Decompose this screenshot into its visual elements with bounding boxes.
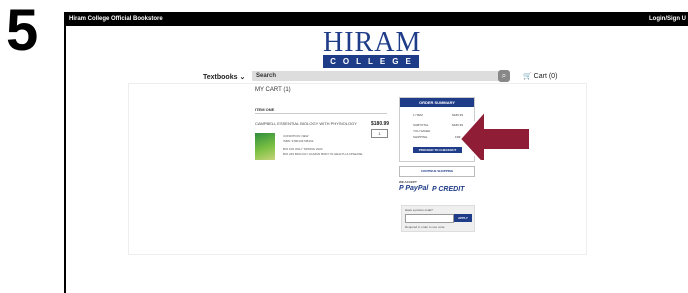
condition: CONDITION: NEW <box>283 134 309 138</box>
search-icon[interactable]: ⌕ <box>498 70 510 82</box>
logo-text: HIRAM <box>323 27 422 58</box>
course-detail: BIO 249 BIOLOGY HUMAN BODY IN HEALTH & D… <box>283 152 363 156</box>
continue-shopping-button[interactable]: CONTINUE SHOPPING <box>399 166 475 177</box>
logo-band: COLLEGE <box>323 55 419 68</box>
summary-header: ORDER SUMMARY <box>400 98 474 107</box>
course: BIO 109 ONLY SPRING 2022 <box>283 147 323 151</box>
summary-saved: YOU SAVED <box>413 129 431 133</box>
isbn: ISBN: 9780134738192 <box>283 139 314 143</box>
textbooks-label: Textbooks <box>203 74 238 81</box>
summary-shipping: SHIPPING FREE <box>413 135 463 139</box>
promo-box: Have a promo code? APPLY Required in ord… <box>401 205 475 232</box>
product-title[interactable]: CAMPBELL ESSENTIAL BIOLOGY WITH PHYSIOLO… <box>255 121 357 126</box>
summary-item-count: 1 ITEM $180.99 <box>413 113 463 117</box>
search-placeholder: Search <box>256 73 277 79</box>
item-label: ITEM ONE <box>255 107 275 112</box>
login-link[interactable]: Login/Sign U <box>649 16 686 22</box>
cart-title: MY CART (1) <box>255 87 291 93</box>
we-accept-label: WE ACCEPT <box>399 180 417 184</box>
promo-code-input[interactable] <box>405 214 454 223</box>
hiram-logo[interactable]: HIRAM COLLEGE <box>323 27 422 68</box>
summary-subtotal: SUBTOTAL $180.99 <box>413 123 463 127</box>
cart-label: Cart (0) <box>533 73 558 80</box>
quantity-select[interactable]: 1 <box>371 129 388 138</box>
promo-label: Have a promo code? <box>405 208 433 212</box>
product-price: $180.99 <box>371 121 390 127</box>
cart-link[interactable]: 🛒 Cart (0) <box>523 72 557 80</box>
proceed-to-checkout-button[interactable]: PROCEED TO CHECKOUT <box>413 147 462 153</box>
paypal-logo: P PayPal <box>399 185 429 192</box>
chevron-down-icon: ⌄ <box>239 74 246 81</box>
promo-help-text: Required in order to use code <box>405 225 445 229</box>
top-bar: Hiram College Official Bookstore Login/S… <box>64 12 688 26</box>
step-number: 5 <box>6 0 39 63</box>
arrow-icon <box>460 108 531 160</box>
book-cover[interactable] <box>255 133 275 160</box>
divider <box>255 113 387 114</box>
cart-icon: 🛒 <box>523 73 532 80</box>
search-input[interactable]: Search <box>252 71 508 81</box>
site-title: Hiram College Official Bookstore <box>69 16 163 22</box>
textbooks-menu[interactable]: Textbooks ⌄ <box>203 73 245 81</box>
paypal-credit-logo: P CREDIT <box>432 186 465 193</box>
apply-button[interactable]: APPLY <box>454 214 472 222</box>
